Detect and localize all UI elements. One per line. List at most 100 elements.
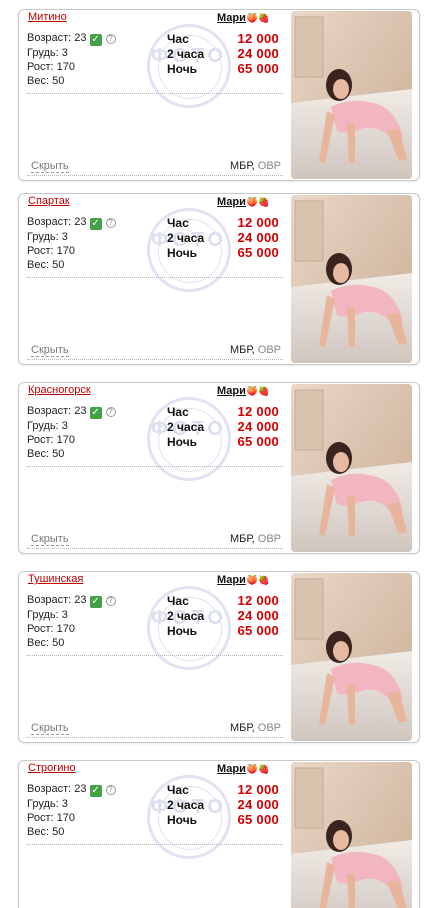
- price-label: 2 часа: [167, 798, 205, 812]
- hide-button[interactable]: Скрыть: [31, 533, 69, 546]
- price-table: Час 12 000 2 часа 24 000 Ночь 65 000: [167, 404, 279, 450]
- weight-value: 50: [52, 637, 65, 649]
- price-label: 2 часа: [167, 420, 205, 434]
- service-tags: МБР, ОВР: [230, 533, 281, 545]
- name-emoji: 🍑🍓: [246, 13, 270, 23]
- photo-panel: [294, 389, 324, 451]
- profile-stats: Возраст: 23 ✓? Грудь: 3 Рост: 170 Вес: 50: [27, 404, 116, 461]
- service-tags: МБР, ОВР: [230, 160, 281, 172]
- check-mark-icon: ✓: [89, 407, 102, 419]
- price-value: 12 000: [237, 593, 279, 608]
- price-value: 24 000: [237, 419, 279, 434]
- profile-photo[interactable]: [291, 384, 412, 552]
- listing-card: Митино Мари🍑🍓 ФОТО Возраст: 23 ✓? Грудь: …: [18, 9, 420, 181]
- breast-row: Грудь: 3: [27, 419, 116, 433]
- tag-secondary: ОВР: [257, 344, 281, 356]
- age-label: Возраст:: [27, 32, 72, 44]
- profile-photo[interactable]: [291, 11, 412, 179]
- price-label: Час: [167, 32, 189, 46]
- profile-name-link[interactable]: Мари🍑🍓: [217, 763, 269, 775]
- profile-stats: Возраст: 23 ✓? Грудь: 3 Рост: 170 Вес: 50: [27, 31, 116, 88]
- breast-row: Грудь: 3: [27, 797, 116, 811]
- weight-row: Вес: 50: [27, 258, 116, 272]
- location-link[interactable]: Строгино: [28, 762, 76, 774]
- price-value: 12 000: [237, 215, 279, 230]
- price-table: Час 12 000 2 часа 24 000 Ночь 65 000: [167, 593, 279, 639]
- price-value: 24 000: [237, 608, 279, 623]
- price-row: Час 12 000: [167, 593, 279, 609]
- age-row: Возраст: 23 ✓?: [27, 31, 116, 46]
- divider: [27, 844, 283, 845]
- price-row: Час 12 000: [167, 31, 279, 47]
- tag-primary: МБР: [230, 160, 252, 172]
- age-row: Возраст: 23 ✓?: [27, 782, 116, 797]
- age-row: Возраст: 23 ✓?: [27, 404, 116, 419]
- weight-label: Вес:: [27, 259, 50, 271]
- photo-panel: [294, 200, 324, 262]
- price-value: 12 000: [237, 782, 279, 797]
- question-icon[interactable]: ?: [105, 407, 116, 417]
- price-value: 65 000: [237, 434, 279, 449]
- question-icon[interactable]: ?: [105, 596, 116, 606]
- tag-secondary: ОВР: [257, 160, 281, 172]
- age-value: 23: [74, 405, 87, 417]
- divider: [27, 655, 283, 656]
- divider: [27, 359, 283, 360]
- price-row: 2 часа 24 000: [167, 419, 279, 435]
- hide-button[interactable]: Скрыть: [31, 344, 69, 357]
- age-value: 23: [74, 32, 87, 44]
- age-label: Возраст:: [27, 216, 72, 228]
- height-label: Рост:: [27, 434, 54, 446]
- listing-card: Красногорск Мари🍑🍓 ФОТО Возраст: 23 ✓? Гр…: [18, 382, 420, 554]
- weight-row: Вес: 50: [27, 636, 116, 650]
- location-link[interactable]: Тушинская: [28, 573, 83, 585]
- check-mark-icon: ✓: [89, 596, 102, 608]
- price-label: Час: [167, 405, 189, 419]
- divider: [27, 93, 283, 94]
- height-row: Рост: 170: [27, 433, 116, 447]
- profile-name-link[interactable]: Мари🍑🍓: [217, 574, 269, 586]
- hide-button[interactable]: Скрыть: [31, 160, 69, 173]
- location-link[interactable]: Красногорск: [28, 384, 91, 396]
- price-value: 24 000: [237, 230, 279, 245]
- profile-photo[interactable]: [291, 573, 412, 741]
- price-row: Час 12 000: [167, 404, 279, 420]
- profile-name: Мари: [217, 574, 246, 586]
- breast-value: 3: [61, 420, 68, 432]
- divider: [27, 737, 283, 738]
- breast-value: 3: [61, 47, 68, 59]
- price-value: 65 000: [237, 623, 279, 638]
- height-label: Рост:: [27, 61, 54, 73]
- price-table: Час 12 000 2 часа 24 000 Ночь 65 000: [167, 31, 279, 77]
- age-value: 23: [74, 594, 87, 606]
- photo-panel: [294, 16, 324, 78]
- profile-photo[interactable]: [291, 762, 412, 908]
- price-value: 12 000: [237, 31, 279, 46]
- tag-secondary: ОВР: [257, 533, 281, 545]
- profile-name-link[interactable]: Мари🍑🍓: [217, 12, 269, 24]
- price-row: Час 12 000: [167, 215, 279, 231]
- question-icon[interactable]: ?: [105, 34, 116, 44]
- question-icon[interactable]: ?: [105, 218, 116, 228]
- price-row: 2 часа 24 000: [167, 797, 279, 813]
- price-label: Ночь: [167, 813, 198, 827]
- photo-face: [333, 641, 349, 661]
- hide-button[interactable]: Скрыть: [31, 722, 69, 735]
- price-label: Ночь: [167, 246, 198, 260]
- height-row: Рост: 170: [27, 60, 116, 74]
- age-label: Возраст:: [27, 783, 72, 795]
- question-icon[interactable]: ?: [105, 785, 116, 795]
- listing-card: Спартак Мари🍑🍓 ФОТО Возраст: 23 ✓? Грудь:…: [18, 193, 420, 365]
- location-link[interactable]: Митино: [28, 11, 67, 23]
- profile-name-link[interactable]: Мари🍑🍓: [217, 196, 269, 208]
- profile-photo[interactable]: [291, 195, 412, 363]
- weight-label: Вес:: [27, 75, 50, 87]
- weight-row: Вес: 50: [27, 825, 116, 839]
- breast-value: 3: [61, 798, 68, 810]
- price-label: Час: [167, 783, 189, 797]
- profile-name-link[interactable]: Мари🍑🍓: [217, 385, 269, 397]
- price-label: Час: [167, 216, 189, 230]
- price-label: 2 часа: [167, 231, 205, 245]
- price-row: 2 часа 24 000: [167, 608, 279, 624]
- location-link[interactable]: Спартак: [28, 195, 70, 207]
